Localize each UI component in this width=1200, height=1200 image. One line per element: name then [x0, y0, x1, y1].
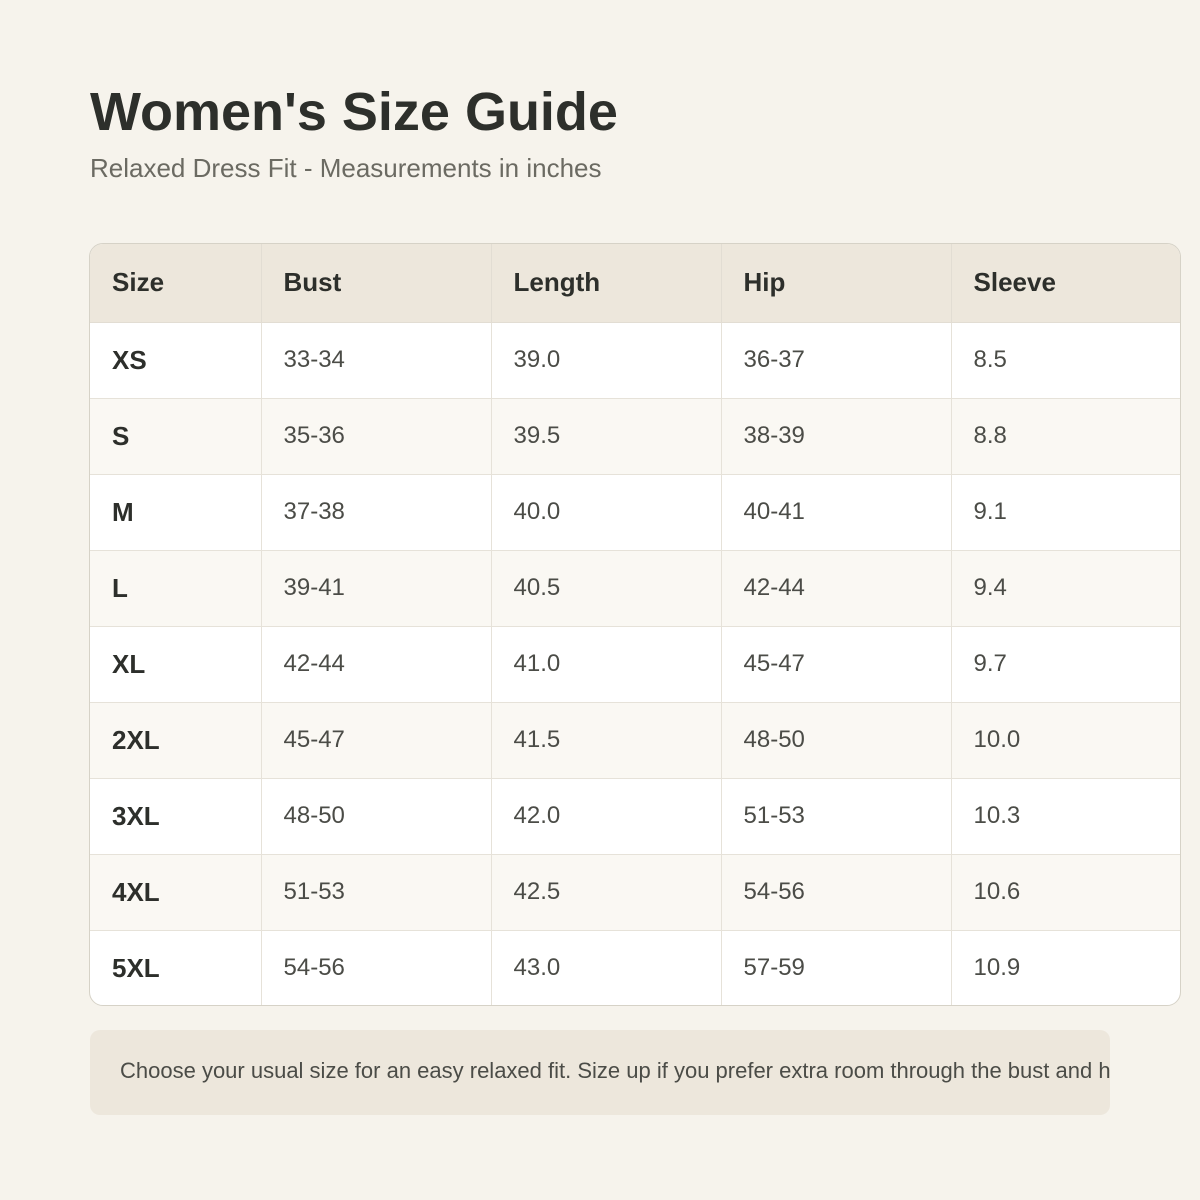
cell-length: 39.5: [491, 398, 722, 475]
cell-hip: 54-56: [721, 854, 952, 931]
cell-hip: 57-59: [721, 930, 952, 1005]
cell-sleeve: 8.5: [951, 322, 1180, 399]
cell-sleeve: 10.3: [951, 778, 1180, 855]
cell-sleeve: 10.9: [973, 954, 1021, 982]
table-row: M 37-38 40.0 40-41 9.1: [90, 474, 1180, 551]
table-header-row: Size Bust Length Hip Sleeve: [90, 244, 1180, 323]
cell-bust: 39-41: [261, 550, 492, 627]
fit-note-box: Choose your usual size for an easy relax…: [90, 1030, 1110, 1115]
size-table-body: XS 33-34 39.0 36-37 8.5 S 35-36 39.5 38-39 8.8 M 37…: [90, 322, 1180, 1005]
cell-bust: 51-53: [261, 854, 492, 931]
cell-sleeve: 9.4: [951, 550, 1180, 627]
cell-bust: 48-50: [261, 778, 492, 855]
cell-bust: 37-38: [261, 474, 492, 551]
cell-sleeve: 9.7: [951, 626, 1180, 703]
header-sleeve: Sleeve: [951, 244, 1180, 323]
cell-hip: 40-41: [721, 474, 952, 551]
cell-hip: 38-39: [721, 398, 952, 475]
cell-size: 5XL: [90, 930, 262, 1005]
header-hip: Hip: [721, 244, 952, 323]
cell-bust: 45-47: [261, 702, 492, 779]
cell-length: 42.5: [491, 854, 722, 931]
cell-size: S: [90, 398, 262, 475]
cell-hip: 51-53: [721, 778, 952, 855]
cell-bust: 35-36: [261, 398, 492, 475]
fit-note-text: Choose your usual size for an easy relax…: [120, 1058, 1110, 1083]
table-row: XL 42-44 41.0 45-47 9.7: [90, 626, 1180, 703]
table-row: 3XL 48-50 42.0 51-53 10.3: [90, 778, 1180, 855]
table-row: L 39-41 40.5 42-44 9.4: [90, 550, 1180, 627]
cell-size: M: [90, 474, 262, 551]
cell-size: 4XL: [90, 854, 262, 931]
header-size: Size: [90, 244, 262, 323]
table-row: 2XL 45-47 41.5 48-50 10.0: [90, 702, 1180, 779]
header-bust: Bust: [261, 244, 492, 323]
table-row: 4XL 51-53 42.5 54-56 10.6: [90, 854, 1180, 931]
header-length: Length: [491, 244, 722, 323]
cell-length: 42.0: [491, 778, 722, 855]
cell-sleeve: 8.8: [951, 398, 1180, 475]
cell-length: 40.5: [491, 550, 722, 627]
cell-hip: 42-44: [721, 550, 952, 627]
cell-size: XS: [90, 322, 262, 399]
table-row: 5XL 54-56 43.0 57-59 10.9: [90, 930, 1180, 1005]
page-subtitle: Relaxed Dress Fit - Measurements in inch…: [90, 153, 602, 183]
cell-length: 41.5: [491, 702, 722, 779]
table-row: S 35-36 39.5 38-39 8.8: [90, 398, 1180, 475]
cell-hip: 45-47: [721, 626, 952, 703]
cell-bust: 42-44: [261, 626, 492, 703]
cell-sleeve: 10.6: [951, 854, 1180, 931]
cell-length: 40.0: [491, 474, 722, 551]
cell-size: 3XL: [90, 778, 262, 855]
cell-sleeve: 9.1: [951, 474, 1180, 551]
cell-hip: 48-50: [721, 702, 952, 779]
table-row: XS 33-34 39.0 36-37 8.5: [90, 322, 1180, 399]
cell-length: 41.0: [491, 626, 722, 703]
cell-size: XL: [90, 626, 262, 703]
cell-bust: 33-34: [261, 322, 492, 399]
page-title: Women's Size Guide: [90, 82, 618, 142]
cell-size: 2XL: [90, 702, 262, 779]
cell-hip: 36-37: [721, 322, 952, 399]
cell-length: 43.0: [491, 930, 722, 1005]
cell-sleeve: 10.0: [951, 702, 1180, 779]
cell-size: L: [90, 550, 262, 627]
cell-length: 39.0: [491, 322, 722, 399]
cell-bust: 54-56: [261, 930, 492, 1005]
size-table-container: Size Bust Length Hip Sleeve XS 33-34 39.0 3…: [89, 243, 1181, 1006]
size-table: Size Bust Length Hip Sleeve XS 33-34 39.0 3…: [90, 244, 1180, 1005]
